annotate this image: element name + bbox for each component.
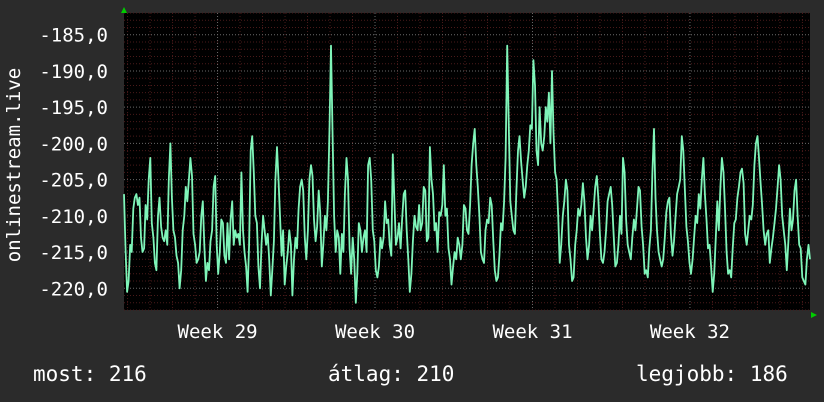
- current-stat: most: 216: [33, 362, 147, 386]
- y-tick-label: -190,0: [39, 61, 108, 83]
- current-value: 216: [108, 362, 147, 386]
- stats-bar: most: 216 átlag: 210 legjobb: 186: [0, 362, 824, 390]
- average-stat: átlag: 210: [328, 362, 454, 386]
- y-tick-label: -200,0: [39, 133, 108, 155]
- best-label: legjobb:: [636, 362, 738, 386]
- plot-area: [124, 13, 810, 310]
- x-tick-label: Week 31: [492, 321, 572, 343]
- chart: -185,0 -190,0 -195,0 -200,0 -205,0 -210,0 -215…: [3, 7, 817, 343]
- average-value: 210: [416, 362, 455, 386]
- x-tick-label: Week 30: [335, 321, 415, 343]
- y-tick-label: -205,0: [39, 170, 108, 192]
- y-axis-arrow: [121, 7, 127, 13]
- y-tick-label: -215,0: [39, 242, 108, 264]
- y-tick-label: -185,0: [39, 25, 108, 47]
- y-tick-labels: -185,0 -190,0 -195,0 -200,0 -205,0 -210,0 -215…: [39, 25, 108, 301]
- y-tick-label: -210,0: [39, 206, 108, 228]
- y-axis-label: onlinestream.live: [3, 68, 25, 262]
- x-tick-label: Week 29: [178, 321, 258, 343]
- x-axis-arrow: [811, 312, 817, 318]
- y-tick-label: -220,0: [39, 278, 108, 300]
- average-label: átlag:: [328, 362, 404, 386]
- y-tick-label: -195,0: [39, 97, 108, 119]
- x-tick-labels: Week 29 Week 30 Week 31 Week 32: [178, 321, 730, 343]
- chart-container: -185,0 -190,0 -195,0 -200,0 -205,0 -210,0 -215…: [0, 0, 824, 402]
- best-stat: legjobb: 186: [636, 362, 788, 386]
- best-value: 186: [749, 362, 788, 386]
- x-tick-label: Week 32: [650, 321, 730, 343]
- current-label: most:: [33, 362, 97, 386]
